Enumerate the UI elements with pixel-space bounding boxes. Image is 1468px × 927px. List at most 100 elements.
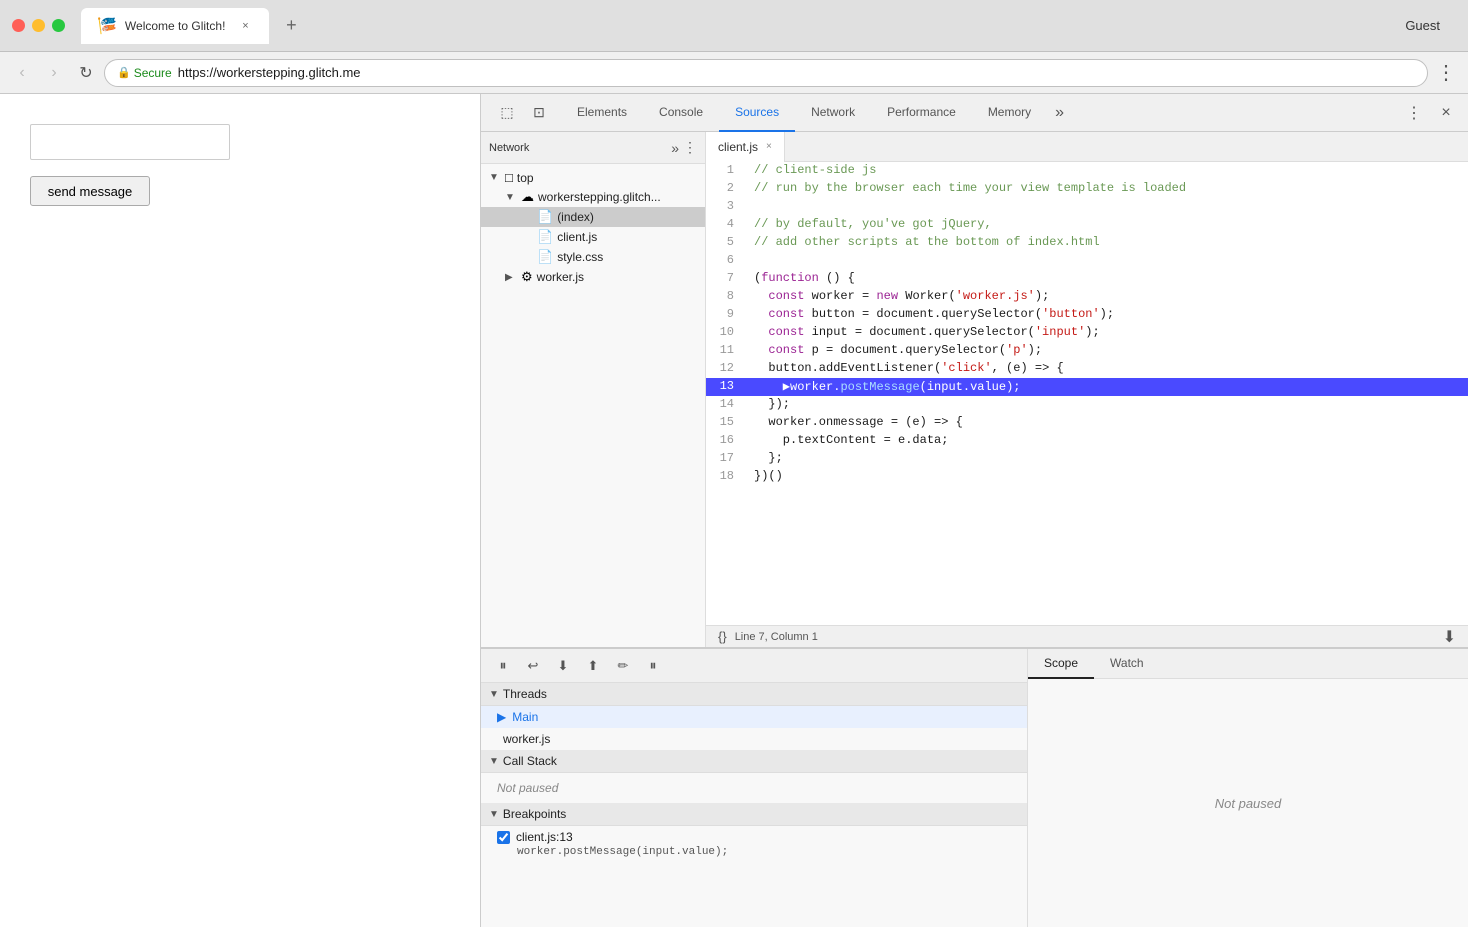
device-toolbar-button[interactable]: ⊡ bbox=[525, 99, 553, 127]
scope-tabs: Scope Watch bbox=[1028, 649, 1468, 679]
pause-resume-button[interactable]: ⏸ bbox=[489, 653, 517, 679]
breakpoints-section: ▼ Breakpoints client.js:13 worker.postMe… bbox=[481, 803, 1027, 866]
tree-label-domain: workerstepping.glitch... bbox=[538, 190, 661, 204]
panel-kebab-button[interactable]: ⋮ bbox=[683, 139, 697, 156]
tree-item-index[interactable]: 📄 (index) bbox=[481, 207, 705, 227]
title-bar: 🎏 Welcome to Glitch! × + Guest bbox=[0, 0, 1468, 52]
code-tabs: client.js × bbox=[706, 132, 1468, 162]
devtools-tabs-list: Elements Console Sources Network Perform… bbox=[561, 94, 1400, 132]
tree-item-stylecss[interactable]: 📄 style.css bbox=[481, 247, 705, 267]
tab-watch[interactable]: Watch bbox=[1094, 649, 1160, 679]
step-over-button[interactable]: ↩ bbox=[519, 653, 547, 679]
minimize-button[interactable] bbox=[32, 19, 45, 32]
thread-main[interactable]: ▶ Main bbox=[481, 706, 1027, 728]
tab-elements[interactable]: Elements bbox=[561, 94, 643, 132]
file-tree: ▼ □ top ▼ ☁ workerstepping.glitch... bbox=[481, 164, 705, 647]
panel-header-label: Network bbox=[489, 142, 667, 154]
tree-label-workerjs: worker.js bbox=[537, 270, 584, 284]
threads-header[interactable]: ▼ Threads bbox=[481, 683, 1027, 706]
tab-close-button[interactable]: × bbox=[237, 18, 253, 34]
tab-console[interactable]: Console bbox=[643, 94, 719, 132]
code-tab-clientjs[interactable]: client.js × bbox=[706, 132, 785, 162]
back-button[interactable]: ‹ bbox=[8, 59, 36, 87]
breakpoint-code: worker.postMessage(input.value); bbox=[497, 846, 1019, 858]
tree-item-clientjs[interactable]: 📄 client.js bbox=[481, 227, 705, 247]
debug-right-panel: Scope Watch Not paused bbox=[1028, 649, 1468, 927]
code-line-1: 1 // client-side js bbox=[706, 162, 1468, 180]
chevron-down-icon: ▼ bbox=[489, 172, 501, 183]
forward-button[interactable]: › bbox=[40, 59, 68, 87]
tab-network[interactable]: Network bbox=[795, 94, 871, 132]
breakpoints-header[interactable]: ▼ Breakpoints bbox=[481, 803, 1027, 826]
code-line-9: 9 const button = document.querySelector(… bbox=[706, 306, 1468, 324]
tab-memory[interactable]: Memory bbox=[972, 94, 1047, 132]
deactivate-breakpoints-button[interactable]: ✏ bbox=[609, 653, 637, 679]
inspect-element-button[interactable]: ⬚ bbox=[493, 99, 521, 127]
panel-header: Network » ⋮ bbox=[481, 132, 705, 164]
secure-label: Secure bbox=[134, 66, 172, 80]
code-line-11: 11 const p = document.querySelector('p')… bbox=[706, 342, 1468, 360]
nav-bar: ‹ › ↻ 🔒 Secure https://workerstepping.gl… bbox=[0, 52, 1468, 94]
more-tabs-button[interactable]: » bbox=[1047, 104, 1072, 122]
step-out-button[interactable]: ⬆ bbox=[579, 653, 607, 679]
send-message-button[interactable]: send message bbox=[30, 176, 150, 206]
new-tab-button[interactable]: + bbox=[277, 12, 305, 40]
code-status-bar: {} Line 7, Column 1 ⬇ bbox=[706, 625, 1468, 647]
code-line-6: 6 bbox=[706, 252, 1468, 270]
code-tab-close-button[interactable]: × bbox=[766, 141, 772, 152]
code-line-12: 12 button.addEventListener('click', (e) … bbox=[706, 360, 1468, 378]
message-input[interactable] bbox=[30, 124, 230, 160]
thread-workerjs-label: worker.js bbox=[503, 732, 550, 746]
devtools-tab-bar: ⬚ ⊡ Elements Console Sources Network bbox=[481, 94, 1468, 132]
code-line-4: 4 // by default, you've got jQuery, bbox=[706, 216, 1468, 234]
thread-main-label: Main bbox=[512, 710, 538, 724]
fullscreen-button[interactable] bbox=[52, 19, 65, 32]
scope-content: Not paused bbox=[1028, 679, 1468, 927]
browser-tab[interactable]: 🎏 Welcome to Glitch! × bbox=[81, 8, 269, 44]
call-stack-section: ▼ Call Stack Not paused bbox=[481, 750, 1027, 803]
tree-label-index: (index) bbox=[557, 210, 594, 224]
debug-left-panel: ⏸ ↩ ⬇ ⬆ ✏ ⏸ ▼ Threads bbox=[481, 649, 1028, 927]
threads-title: Threads bbox=[503, 687, 547, 701]
secure-badge: 🔒 Secure bbox=[117, 66, 172, 80]
code-format-button[interactable]: ⬇ bbox=[1443, 627, 1456, 647]
code-line-5: 5 // add other scripts at the bottom of … bbox=[706, 234, 1468, 252]
browser-more-button[interactable]: ⋮ bbox=[1432, 59, 1460, 87]
threads-section: ▼ Threads ▶ Main worker.js bbox=[481, 683, 1027, 750]
tab-sources[interactable]: Sources bbox=[719, 94, 795, 132]
code-editor[interactable]: 1 // client-side js 2 // run by the brow… bbox=[706, 162, 1468, 625]
refresh-button[interactable]: ↻ bbox=[72, 59, 100, 87]
file-icon: 📄 bbox=[537, 229, 553, 245]
tab-title: Welcome to Glitch! bbox=[125, 19, 225, 33]
chevron-down-icon: ▼ bbox=[489, 809, 499, 820]
url-text: https://workerstepping.glitch.me bbox=[178, 65, 361, 80]
tree-item-top[interactable]: ▼ □ top bbox=[481, 168, 705, 187]
code-line-17: 17 }; bbox=[706, 450, 1468, 468]
tree-label: top bbox=[517, 171, 534, 185]
devtools-code-panel: client.js × 1 // client-side js bbox=[706, 132, 1468, 647]
tree-label-stylecss: style.css bbox=[557, 250, 603, 264]
close-button[interactable] bbox=[12, 19, 25, 32]
code-line-16: 16 p.textContent = e.data; bbox=[706, 432, 1468, 450]
devtools-kebab-button[interactable]: ⋮ bbox=[1400, 99, 1428, 127]
code-line-14: 14 }); bbox=[706, 396, 1468, 414]
devtools-close-button[interactable]: × bbox=[1432, 99, 1460, 127]
scope-not-paused: Not paused bbox=[1215, 796, 1282, 811]
devtools-right-actions: ⋮ × bbox=[1400, 99, 1468, 127]
tab-favicon: 🎏 bbox=[97, 16, 117, 36]
debug-toolbar: ⏸ ↩ ⬇ ⬆ ✏ ⏸ bbox=[481, 649, 1027, 683]
breakpoint-checkbox[interactable] bbox=[497, 831, 510, 844]
thread-workerjs[interactable]: worker.js bbox=[481, 728, 1027, 750]
tab-performance[interactable]: Performance bbox=[871, 94, 972, 132]
cloud-icon: ☁ bbox=[521, 189, 534, 205]
pause-on-exceptions-button[interactable]: ⏸ bbox=[639, 653, 667, 679]
lock-icon: 🔒 bbox=[117, 66, 131, 79]
step-into-button[interactable]: ⬇ bbox=[549, 653, 577, 679]
tab-scope[interactable]: Scope bbox=[1028, 649, 1094, 679]
call-stack-header[interactable]: ▼ Call Stack bbox=[481, 750, 1027, 773]
address-bar[interactable]: 🔒 Secure https://workerstepping.glitch.m… bbox=[104, 59, 1428, 87]
code-line-18: 18 })() bbox=[706, 468, 1468, 486]
tree-item-workerjs[interactable]: ▶ ⚙ worker.js bbox=[481, 267, 705, 287]
panel-expand-button[interactable]: » bbox=[667, 140, 683, 156]
tree-item-domain[interactable]: ▼ ☁ workerstepping.glitch... bbox=[481, 187, 705, 207]
